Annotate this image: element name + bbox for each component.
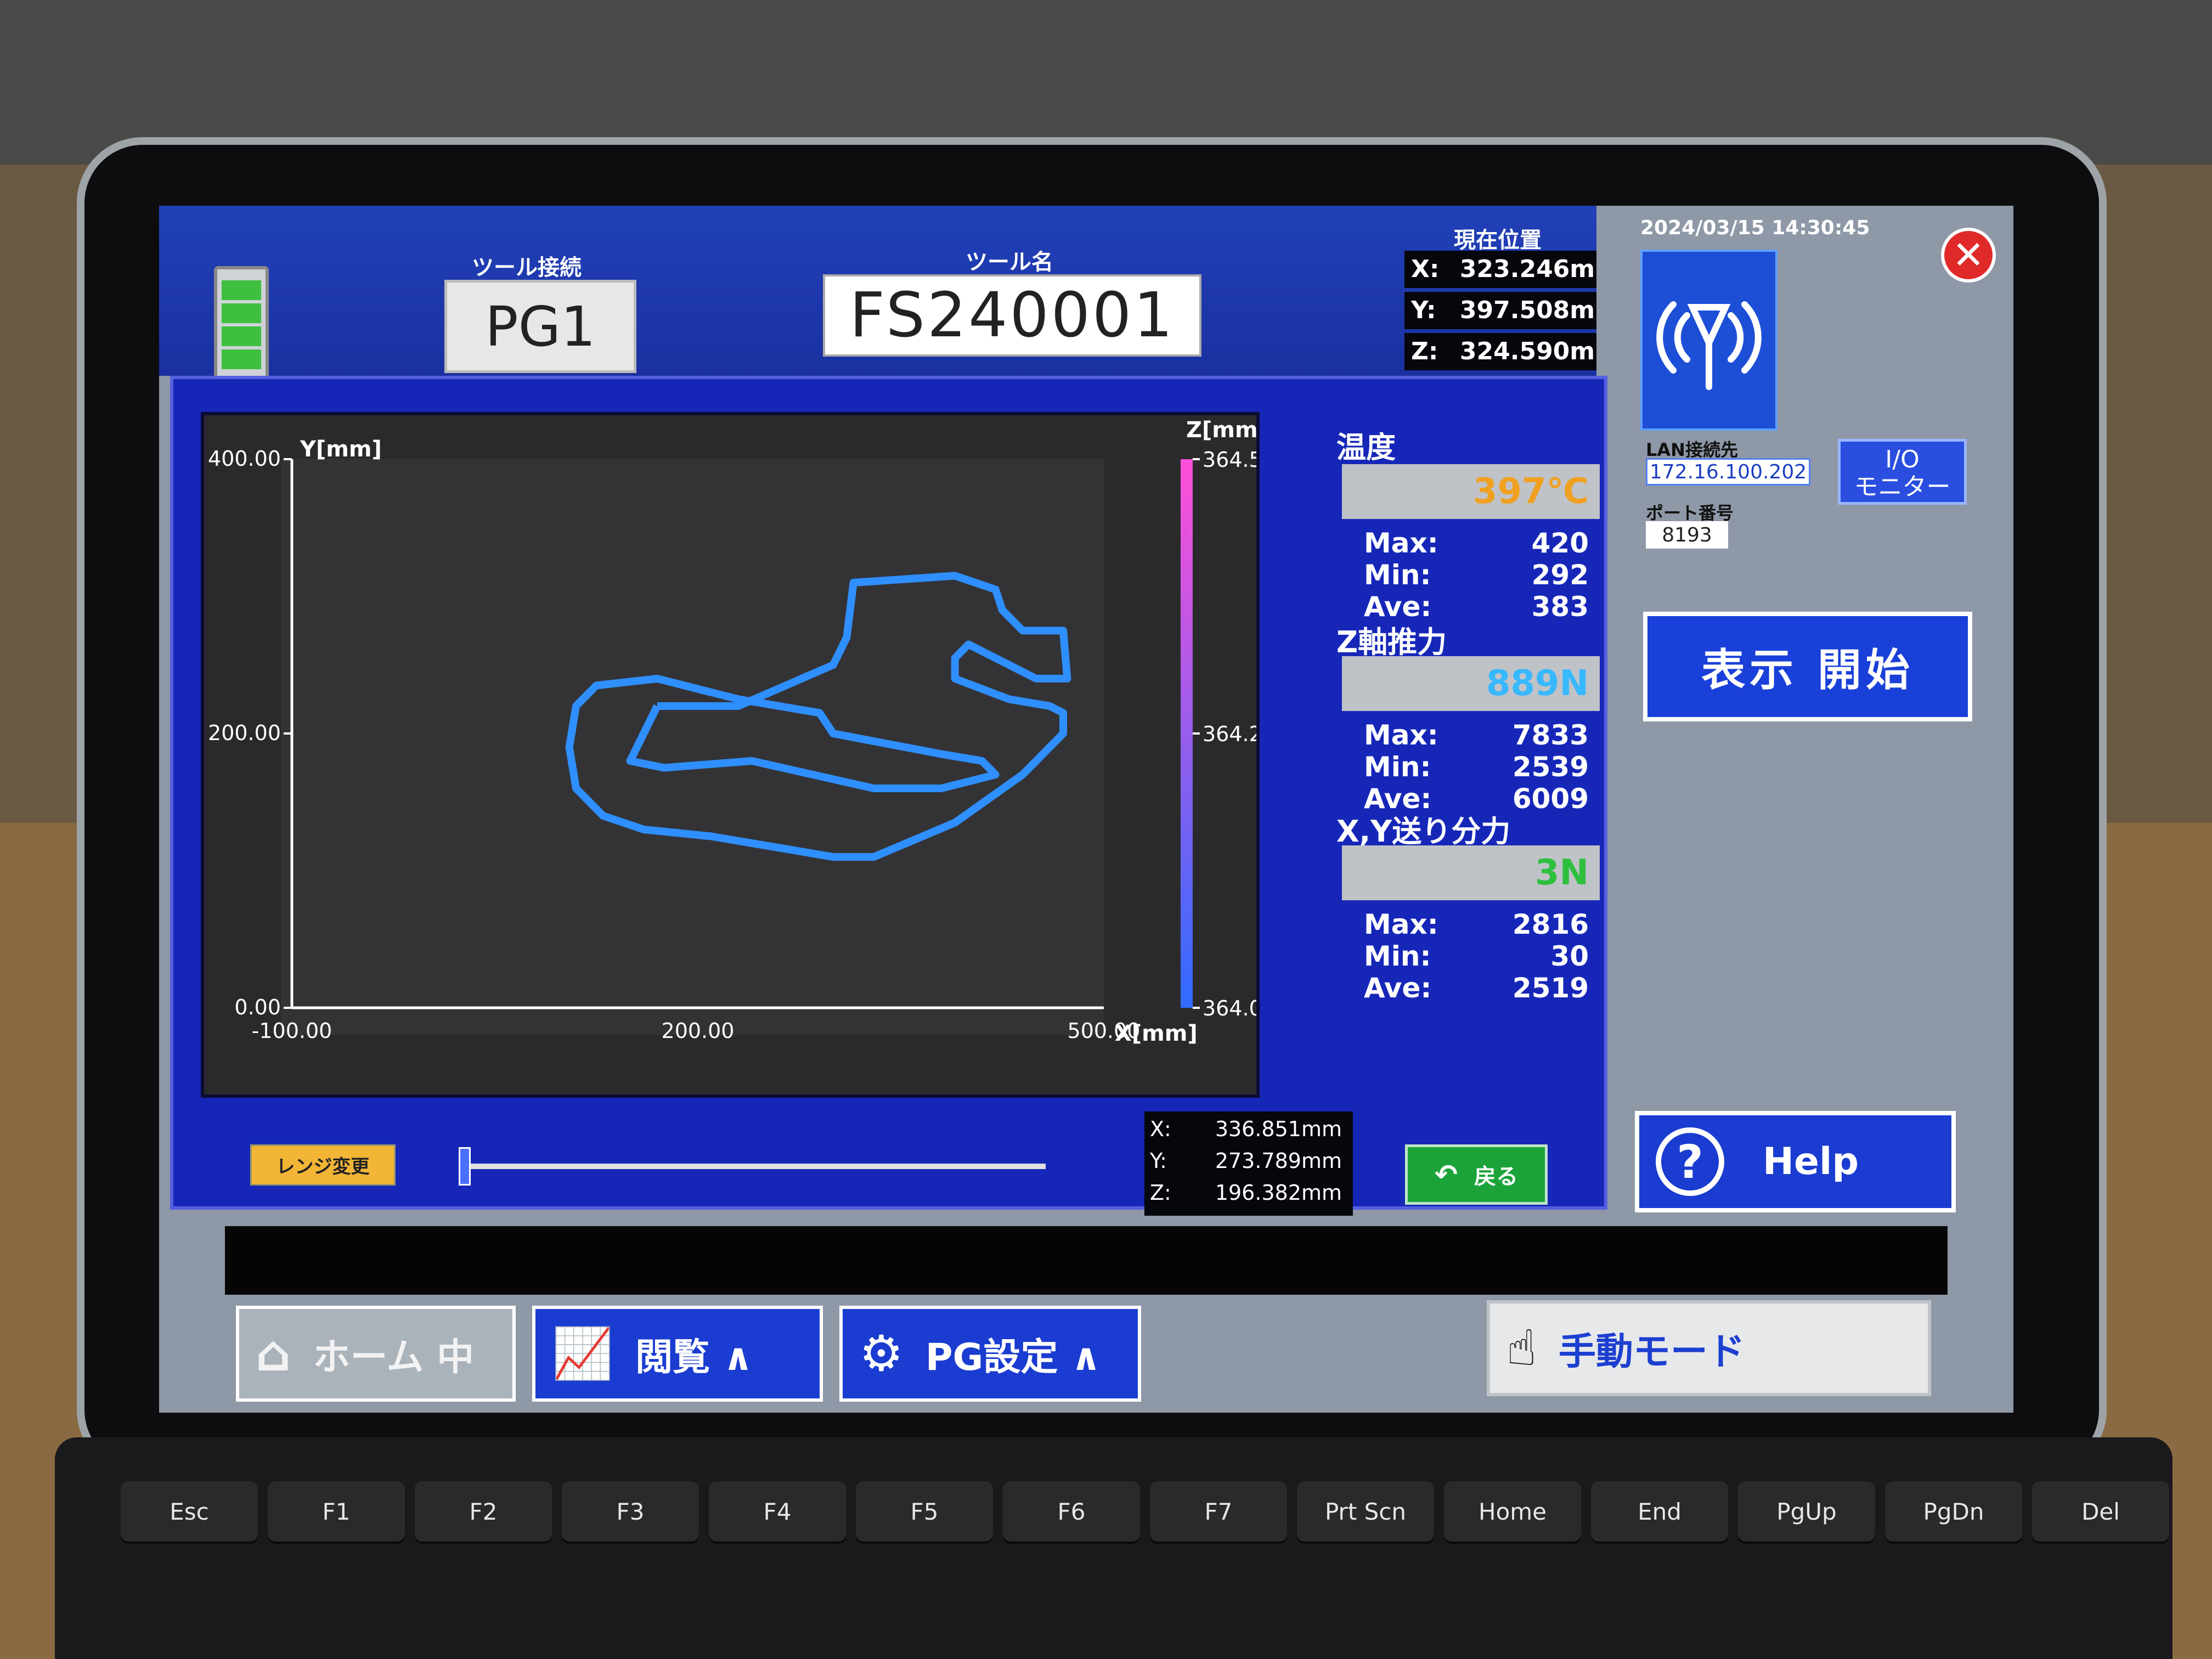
keyboard-key[interactable]: F1 <box>268 1481 405 1542</box>
xy-feed-value: 3N <box>1342 845 1600 900</box>
keyboard: Esc F1 F2 F3 F4 F5 F6 F7 Prt Scn Home End PgUp PgDn D… <box>55 1437 2172 1659</box>
tool-connection-label: ツール接続 <box>472 255 582 280</box>
temperature-value: 397℃ <box>1342 464 1600 519</box>
home-button[interactable]: ⌂ ホーム 中 <box>236 1306 516 1402</box>
plot-canvas: 400.00200.000.00 -100.00 200.00 500.00 364… <box>208 417 1276 1046</box>
header-bar: ツール接続 PG1 ツール名 FS240001 現在位置 X: 323.246mm… <box>159 206 1627 381</box>
io-monitor-label: I/O <box>1885 445 1920 473</box>
datetime: 2024/03/15 14:30:45 <box>1640 217 1870 239</box>
z-colorbar <box>1181 459 1193 1008</box>
xy-feed-label: X,Y送り分力 <box>1336 814 1511 849</box>
tool-name-label: ツール名 <box>966 250 1053 275</box>
pg-settings-button[interactable]: ⚙ PG設定 ∧ <box>839 1306 1141 1402</box>
playback-slider[interactable] <box>459 1164 1046 1169</box>
chart-icon: 📈 <box>552 1325 614 1383</box>
current-position-label: 現在位置 <box>1454 228 1542 253</box>
temperature-label: 温度 <box>1336 430 1396 465</box>
keyboard-key[interactable]: F7 <box>1150 1481 1287 1542</box>
keyboard-key[interactable]: Esc <box>121 1481 258 1542</box>
keyboard-key[interactable]: F5 <box>856 1481 993 1542</box>
x-tick-label: 200.00 <box>662 1019 735 1043</box>
y-tick-label: 0.00 <box>234 995 281 1019</box>
port-number: 8193 <box>1646 521 1728 549</box>
help-icon: ? <box>1656 1127 1724 1196</box>
back-arrow-icon: ↶ <box>1435 1159 1458 1190</box>
x-axis-label: X[mm] <box>1115 1021 1198 1046</box>
home-label: ホーム 中 <box>313 1336 475 1379</box>
keyboard-key[interactable]: PgDn <box>1885 1481 2022 1542</box>
antenna-icon <box>1656 301 1762 390</box>
range-change-button[interactable]: レンジ変更 <box>250 1144 396 1186</box>
position-row: Z: 324.590mm <box>1404 333 1627 370</box>
bottom-nav: ⌂ ホーム 中 📈 閲覧 ∧ ⚙ PG設定 ∧ ☝ 手動モード <box>159 1295 2013 1413</box>
keyboard-key[interactable]: Del <box>2032 1481 2169 1542</box>
slider-thumb[interactable] <box>459 1147 471 1186</box>
plot-background <box>281 459 1104 1035</box>
app-screen: ツール接続 PG1 ツール名 FS240001 現在位置 X: 323.246mm… <box>159 206 2013 1413</box>
back-label: 戻る <box>1474 1164 1518 1189</box>
battery-icon <box>214 266 269 381</box>
y-axis-label: Y[mm] <box>300 437 382 462</box>
browse-label: 閲覧 ∧ <box>635 1336 753 1379</box>
close-icon: ✕ <box>1952 233 1985 278</box>
touch-hand-icon: ☝ <box>1506 1319 1537 1377</box>
keyboard-key[interactable]: Prt Scn <box>1297 1481 1434 1542</box>
keyboard-key[interactable]: F4 <box>709 1481 846 1542</box>
help-label: Help <box>1763 1140 1859 1183</box>
home-icon: ⌂ <box>256 1325 291 1383</box>
tool-connection-value: PG1 <box>444 280 636 373</box>
main-panel: 400.00 200.00 0.00 -100.00 200.00 500.00 364… <box>170 376 1607 1216</box>
keyboard-key[interactable]: F3 <box>562 1481 699 1542</box>
z-tick-label: 364.25 <box>1203 722 1256 746</box>
tool-name-value: FS240001 <box>823 274 1201 357</box>
manual-mode-button[interactable]: ☝ 手動モード <box>1487 1300 1931 1396</box>
z-tick-label: 364.00 <box>1203 996 1256 1020</box>
y-tick-label: 200.00 <box>208 721 281 745</box>
status-bar <box>225 1226 1948 1295</box>
gear-icon: ⚙ <box>859 1325 904 1383</box>
manual-mode-label: 手動モード <box>1558 1330 1745 1374</box>
pg-settings-label: PG設定 ∧ <box>925 1336 1102 1379</box>
keyboard-key[interactable]: End <box>1591 1481 1728 1542</box>
browse-button[interactable]: 📈 閲覧 ∧ <box>532 1306 823 1402</box>
z-thrust-value: 889N <box>1342 656 1600 711</box>
position-row: X: 323.246mm <box>1404 251 1627 288</box>
keyboard-key[interactable]: F6 <box>1003 1481 1140 1542</box>
io-monitor-label: モニター <box>1854 473 1951 501</box>
y-tick-label: 400.00 <box>208 447 281 471</box>
lan-address: 172.16.100.202 <box>1646 458 1810 486</box>
back-button[interactable]: ↶ 戻る <box>1405 1144 1548 1205</box>
x-tick-label: -100.00 <box>252 1019 332 1043</box>
io-monitor-button[interactable]: I/O モニター <box>1838 439 1967 505</box>
z-tick-label: 364.50 <box>1203 448 1256 472</box>
keyboard-key[interactable]: PgUp <box>1738 1481 1875 1542</box>
help-button[interactable]: ? Help <box>1635 1111 1956 1212</box>
keyboard-key[interactable]: F2 <box>415 1481 552 1542</box>
keyboard-key[interactable]: Home <box>1444 1481 1581 1542</box>
trajectory-plot: 400.00 200.00 0.00 -100.00 200.00 500.00 364… <box>201 412 1276 1098</box>
z-axis-label: Z[mm] <box>1186 417 1256 443</box>
display-start-button[interactable]: 表示 開始 <box>1643 612 1972 721</box>
wireless-status-tile[interactable] <box>1640 250 1778 431</box>
close-button[interactable]: ✕ <box>1941 228 1996 283</box>
cursor-position-readout: X: 336.851mm Y: 273.789mm Z: 196.382mm <box>1144 1111 1353 1216</box>
position-row: Y: 397.508mm <box>1404 292 1627 329</box>
z-thrust-label: Z軸推力 <box>1336 625 1447 659</box>
